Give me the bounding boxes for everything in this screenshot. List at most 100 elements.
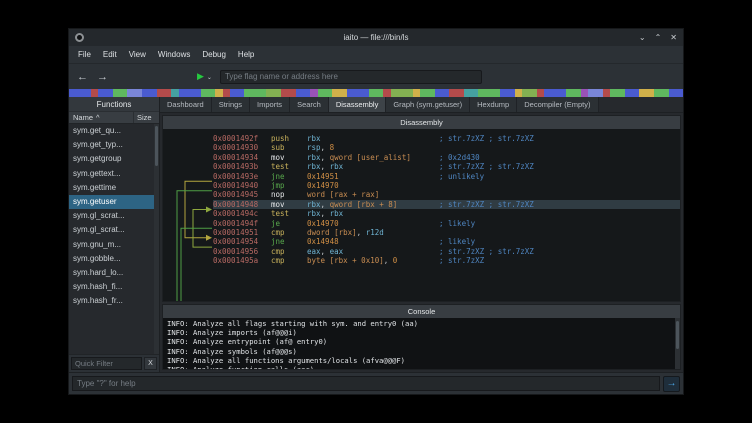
disasm-operands: 0x14951	[307, 172, 439, 181]
colorbar-segment	[244, 89, 266, 97]
function-list-item[interactable]: sym.gettime	[69, 181, 159, 195]
tab-strings[interactable]: Strings	[212, 97, 250, 112]
colorbar-segment	[310, 89, 317, 97]
tab-disassembly[interactable]: Disassembly	[329, 97, 387, 112]
disasm-line[interactable]: 0x00014951cmpdword [rbx], r12d	[213, 228, 680, 237]
clear-filter-button[interactable]: X	[144, 357, 157, 370]
close-button[interactable]: ✕	[670, 33, 677, 42]
disasm-comment: ; str.7zXZ ; str.7zXZ	[439, 134, 534, 143]
command-input[interactable]	[72, 376, 660, 391]
colorbar-segment	[318, 89, 333, 97]
menu-item-debug[interactable]: Debug	[196, 50, 232, 59]
disasm-address: 0x0001493b	[213, 162, 271, 171]
disasm-line[interactable]: 0x0001493btestrbx, rbx; str.7zXZ ; str.7…	[213, 162, 680, 171]
colorbar-segment	[266, 89, 281, 97]
disasm-line[interactable]: 0x00014934movrbx, qword [user_alist]; 0x…	[213, 153, 680, 162]
forward-button[interactable]: →	[97, 71, 108, 83]
function-list-item[interactable]: sym.hash_fr...	[69, 294, 159, 308]
functions-scrollbar-thumb[interactable]	[155, 126, 158, 166]
function-list-item[interactable]: sym.getgroup	[69, 152, 159, 166]
run-icon[interactable]: ▶	[197, 71, 204, 82]
disasm-mnemonic: je	[271, 219, 307, 228]
function-list-item[interactable]: sym.gl_scrat...	[69, 209, 159, 223]
command-send-button[interactable]: →	[663, 376, 680, 392]
disasm-mnemonic: test	[271, 209, 307, 218]
colorbar-segment	[654, 89, 669, 97]
disasm-line[interactable]: 0x0001494fje0x14970; likely	[213, 219, 680, 228]
tab-hexdump[interactable]: Hexdump	[470, 97, 517, 112]
disasm-line[interactable]: 0x00014948movrbx, qword [rbx + 8]; str.7…	[213, 200, 680, 209]
disasm-mnemonic: sub	[271, 143, 307, 152]
function-list-item[interactable]: sym.hard_lo...	[69, 266, 159, 280]
function-list-item[interactable]: sym.getuser	[69, 195, 159, 209]
colorbar-segment	[610, 89, 625, 97]
function-list-item[interactable]: sym.hash_fi...	[69, 280, 159, 294]
function-list-item[interactable]: sym.get_qu...	[69, 124, 159, 138]
menu-item-edit[interactable]: Edit	[97, 50, 123, 59]
back-button[interactable]: ←	[77, 71, 88, 83]
function-list-item[interactable]: sym.get_typ...	[69, 138, 159, 152]
functions-panel: Functions Name ^ Size sym.get_qu...sym.g…	[69, 97, 160, 372]
disassembly-panel: Disassembly 0x00014	[162, 115, 681, 302]
shade-button[interactable]: ⌄	[639, 33, 646, 42]
colorbar-segment	[515, 89, 522, 97]
colorbar-segment	[281, 89, 296, 97]
tab-decompiler-empty[interactable]: Decompiler (Empty)	[517, 97, 598, 112]
functions-list: sym.get_qu...sym.get_typ...sym.getgroups…	[69, 124, 159, 354]
run-dropdown-icon[interactable]: ⌄	[207, 74, 212, 81]
maximize-button[interactable]: ⌃	[655, 33, 662, 42]
menu-item-help[interactable]: Help	[232, 50, 260, 59]
colorbar-segment	[157, 89, 172, 97]
menu-item-view[interactable]: View	[123, 50, 152, 59]
disasm-line[interactable]: 0x0001492fpushrbx; str.7zXZ ; str.7zXZ	[213, 134, 680, 143]
disasm-address: 0x00014930	[213, 143, 271, 152]
column-header-name[interactable]: Name ^	[69, 112, 133, 123]
colorbar-segment	[69, 89, 91, 97]
colorbar-segment	[464, 89, 479, 97]
console-scrollbar-thumb[interactable]	[676, 321, 679, 349]
disassembly-body[interactable]: 0x0001492fpushrbx; str.7zXZ ; str.7zXZ0x…	[163, 129, 680, 301]
disasm-comment: ; str.7zXZ	[439, 256, 484, 265]
console-line: INFO: Analyze entrypoint (af@ entry0)	[167, 337, 676, 346]
address-colorbar[interactable]	[69, 89, 683, 97]
tab-search[interactable]: Search	[290, 97, 329, 112]
disasm-operands: rbx	[307, 134, 439, 143]
function-list-item[interactable]: sym.gettext...	[69, 167, 159, 181]
title-bar[interactable]: iaito — file:///bin/ls ⌄ ⌃ ✕	[69, 29, 683, 46]
command-bar: →	[69, 372, 683, 394]
column-header-size[interactable]: Size	[133, 112, 159, 123]
functions-scrollbar[interactable]	[154, 124, 159, 354]
disasm-mnemonic: cmp	[271, 228, 307, 237]
address-input[interactable]	[220, 70, 482, 84]
disasm-operands: rbx, qword [user_alist]	[307, 153, 439, 162]
disasm-line[interactable]: 0x00014956cmpeax, eax; str.7zXZ ; str.7z…	[213, 247, 680, 256]
colorbar-segment	[478, 89, 500, 97]
disasm-mnemonic: push	[271, 134, 307, 143]
disassembly-panel-title: Disassembly	[163, 116, 680, 129]
disasm-line[interactable]: 0x00014945nopword [rax + rax]	[213, 190, 680, 199]
function-list-item[interactable]: sym.gl_scrat...	[69, 223, 159, 237]
function-list-item[interactable]: sym.gnu_m...	[69, 238, 159, 252]
tab-graph-sym-getuser[interactable]: Graph (sym.getuser)	[386, 97, 470, 112]
disasm-line[interactable]: 0x0001495acmpbyte [rbx + 0x10], 0; str.7…	[213, 256, 680, 265]
disasm-line[interactable]: 0x0001494ctestrbx, rbx	[213, 209, 680, 218]
disasm-line[interactable]: 0x00014954jne0x14948; likely	[213, 237, 680, 246]
menu-item-windows[interactable]: Windows	[152, 50, 196, 59]
disasm-mnemonic: mov	[271, 200, 307, 209]
disasm-line[interactable]: 0x00014930subrsp, 8	[213, 143, 680, 152]
disasm-operands: dword [rbx], r12d	[307, 228, 439, 237]
tab-imports[interactable]: Imports	[250, 97, 290, 112]
console-scrollbar[interactable]	[675, 318, 680, 369]
tab-dashboard[interactable]: Dashboard	[160, 97, 212, 112]
colorbar-segment	[522, 89, 537, 97]
function-list-item[interactable]: sym.gobble...	[69, 252, 159, 266]
quick-filter-input[interactable]	[71, 357, 142, 370]
disasm-comment: ; 0x2d430	[439, 153, 480, 162]
disasm-mnemonic: mov	[271, 153, 307, 162]
disasm-line[interactable]: 0x00014940jmp0x14970	[213, 181, 680, 190]
console-output[interactable]: INFO: Analyze all flags starting with sy…	[163, 318, 680, 369]
menu-item-file[interactable]: File	[72, 50, 97, 59]
screen: iaito — file:///bin/ls ⌄ ⌃ ✕ FileEditVie…	[0, 0, 752, 423]
disasm-line[interactable]: 0x0001493ejne0x14951; unlikely	[213, 172, 680, 181]
colorbar-segment	[383, 89, 390, 97]
